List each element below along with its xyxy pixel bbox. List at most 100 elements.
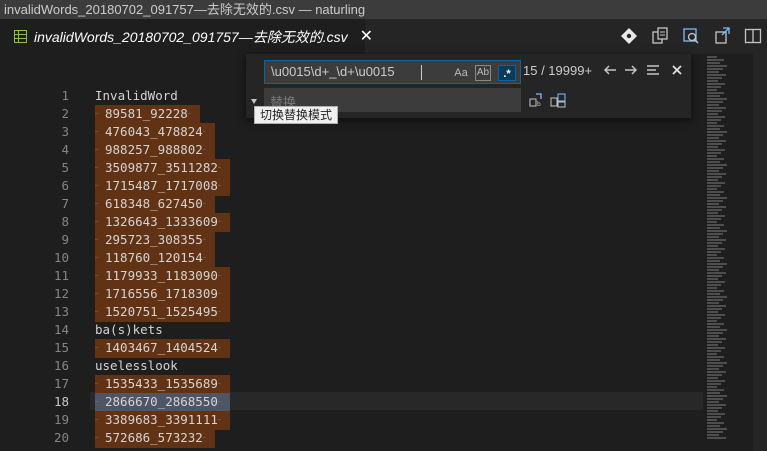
control-char-icon: ┄ [217, 398, 221, 405]
code-line[interactable]: 13 ┄ 1520751_1525495┄ [0, 303, 703, 322]
split-editor-icon[interactable] [744, 27, 762, 45]
control-char-icon: ┄ [217, 308, 221, 315]
control-char-icon: ┄ [217, 164, 221, 171]
line-number: 9 [61, 232, 69, 247]
minimap-line [707, 203, 719, 205]
control-char-icon: ┄ [95, 182, 98, 189]
minimap-line [707, 293, 720, 295]
minimap-line [707, 80, 718, 82]
code-line[interactable]: 9 ┄ 295723_308355┄ [0, 231, 703, 250]
code-line[interactable]: 19 ┄ 3389683_3391111┄ [0, 411, 703, 430]
minimap-line [707, 62, 720, 64]
code-text: 476043_478824 [105, 124, 203, 139]
line-number: 14 [53, 322, 69, 337]
minimap-line [707, 380, 725, 382]
find-input[interactable]: \u0015\d+_\d+\u0015 Aa Ab .* [264, 60, 521, 84]
replace-all-icon[interactable] [550, 92, 566, 108]
minimap-line [707, 374, 722, 376]
minimap-line [707, 170, 719, 172]
scrollbar-track[interactable] [753, 54, 767, 451]
minimap-line [707, 434, 719, 436]
code-line[interactable]: 12 ┄ 1716556_1718309┄ [0, 285, 703, 304]
regex-toggle[interactable]: .* [498, 65, 516, 81]
code-line[interactable]: 11 ┄ 1179933_1183090┄ [0, 267, 703, 286]
minimap-line [707, 146, 718, 148]
minimap-line [707, 257, 724, 259]
control-char-icon: ┄ [217, 344, 221, 351]
find-in-selection-icon[interactable] [645, 62, 661, 78]
minimap-line [707, 365, 723, 367]
minimap-line [707, 86, 721, 88]
minimap-line [707, 122, 717, 124]
minimap-line [707, 248, 725, 250]
whole-word-toggle[interactable]: Ab [475, 65, 491, 81]
minimap-line [707, 296, 727, 298]
minimap-line [707, 377, 718, 379]
code-line[interactable]: 15 ┄ 1403467_1404524┄ [0, 339, 703, 358]
minimap-line [707, 89, 717, 91]
replace-one-icon[interactable]: b [528, 92, 544, 108]
minimap[interactable] [703, 54, 767, 451]
source-control-icon[interactable] [620, 27, 638, 45]
control-char-icon: ┄ [95, 416, 98, 423]
close-find-icon[interactable] [669, 62, 685, 78]
code-line[interactable]: 18 ┄ 2866670_2868550┄ [0, 393, 703, 412]
minimap-line [707, 269, 719, 271]
search-match: ┄ 118760_120154┄ [95, 249, 215, 268]
code-line[interactable]: 14 ba(s)kets [0, 321, 703, 339]
line-number: 2 [61, 106, 69, 121]
tab-bar: invalidWords_20180702_091757—去除无效的.csv ✕ [0, 19, 767, 54]
minimap-line [707, 155, 717, 157]
code-line[interactable]: 4 ┄ 988257_988802┄ [0, 141, 703, 160]
minimap-line [707, 77, 722, 79]
line-number: 4 [61, 142, 69, 157]
minimap-line [707, 149, 725, 151]
code-line[interactable]: 10 ┄ 118760_120154┄ [0, 249, 703, 268]
text-caret [421, 65, 422, 80]
match-case-toggle[interactable]: Aa [453, 65, 469, 81]
code-line[interactable]: 16 uselesslook [0, 357, 703, 375]
code-line[interactable]: 3 ┄ 476043_478824┄ [0, 123, 703, 142]
line-number: 3 [61, 124, 69, 139]
code-line[interactable]: 8 ┄ 1326643_1333609┄ [0, 213, 703, 232]
csv-file-icon [14, 30, 27, 43]
minimap-line [707, 368, 719, 370]
editor-tab[interactable]: invalidWords_20180702_091757—去除无效的.csv ✕ [0, 19, 373, 54]
code-text: 988257_988802 [105, 142, 203, 157]
code-line[interactable]: 20 ┄ 572686_573232┄ [0, 429, 703, 448]
line-number: 7 [61, 196, 69, 211]
minimap-content [707, 56, 727, 446]
line-number: 8 [61, 214, 69, 229]
tab-close-icon[interactable]: ✕ [360, 19, 373, 54]
search-match: ┄ 2866670_2868550┄ [95, 393, 230, 412]
control-char-icon: ┄ [95, 434, 98, 441]
minimap-line [707, 200, 723, 202]
minimap-line [707, 410, 718, 412]
control-char-icon: ┄ [95, 110, 98, 117]
open-preview-icon[interactable] [651, 27, 669, 45]
minimap-line [707, 119, 721, 121]
open-changes-icon[interactable] [713, 27, 731, 45]
code-line[interactable]: 17 ┄ 1535433_1535689┄ [0, 375, 703, 394]
minimap-line [707, 209, 722, 211]
find-in-file-icon[interactable] [682, 27, 700, 45]
code-text: 295723_308355 [105, 232, 203, 247]
minimap-line [707, 101, 723, 103]
minimap-line [707, 224, 724, 226]
previous-match-icon[interactable] [602, 62, 618, 78]
search-match: ┄ 3509877_3511282┄ [95, 159, 230, 178]
minimap-line [707, 350, 721, 352]
search-match: ┄ 1403467_1404524┄ [95, 339, 230, 358]
code-line[interactable]: 6 ┄ 1715487_1717008┄ [0, 177, 703, 196]
minimap-line [707, 95, 720, 97]
minimap-line [707, 344, 718, 346]
minimap-line [707, 437, 726, 439]
minimap-line [707, 206, 726, 208]
code-line[interactable]: 5 ┄ 3509877_3511282┄ [0, 159, 703, 178]
code-line[interactable]: 7 ┄ 618348_627450┄ [0, 195, 703, 214]
next-match-icon[interactable] [623, 62, 639, 78]
search-match: ┄ 3389683_3391111┄ [95, 411, 230, 430]
minimap-line [707, 299, 723, 301]
search-match: ┄ 618348_627450┄ [95, 195, 215, 214]
control-char-icon: ┄ [202, 146, 206, 153]
